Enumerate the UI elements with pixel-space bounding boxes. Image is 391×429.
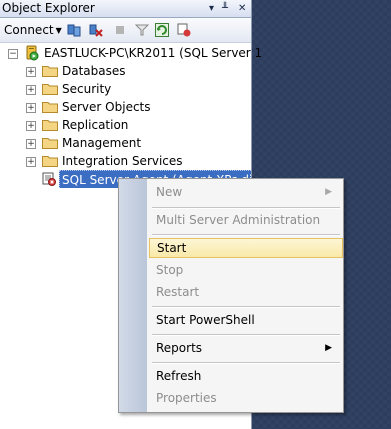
menu-item-reports[interactable]: Reports ▶ [148, 338, 342, 358]
refresh-icon[interactable] [155, 23, 169, 37]
tree-label: Replication [62, 118, 129, 132]
expand-icon[interactable]: + [26, 67, 36, 77]
submenu-arrow-icon: ▶ [325, 343, 332, 353]
menu-item-stop[interactable]: Stop [148, 260, 342, 280]
tree-node-databases[interactable]: + Databases [0, 62, 251, 80]
agent-icon [42, 172, 56, 186]
expand-icon[interactable]: + [26, 121, 36, 131]
tree-label: Databases [62, 64, 126, 78]
expand-icon[interactable]: + [26, 85, 36, 95]
folder-icon [42, 138, 58, 149]
pin-icon[interactable]: ╨ [222, 0, 228, 17]
tree-node-server-objects[interactable]: + Server Objects [0, 98, 251, 116]
menu-separator [152, 234, 340, 236]
toolbar: Connect ▼ [0, 18, 251, 43]
stop-icon[interactable] [113, 23, 127, 37]
menu-item-label: Refresh [156, 369, 202, 383]
panel-titlebar: Object Explorer ▾ ╨ ✕ [0, 0, 251, 18]
menu-icon-strip [119, 179, 147, 412]
tree-node-integration-services[interactable]: + Integration Services [0, 152, 251, 170]
folder-icon [42, 84, 58, 95]
menu-item-new[interactable]: New ▶ [148, 182, 342, 202]
tree-node-management[interactable]: + Management [0, 134, 251, 152]
tree-node-replication[interactable]: + Replication [0, 116, 251, 134]
menu-separator [152, 334, 340, 336]
window-position-icon[interactable]: ▾ [209, 0, 214, 17]
tree-label: Integration Services [62, 154, 183, 168]
folder-icon [42, 66, 58, 77]
menu-item-label: Multi Server Administration [156, 213, 321, 227]
expand-icon[interactable]: + [26, 103, 36, 113]
folder-icon [42, 102, 58, 113]
server-label: EASTLUCK-PC\KR2011 (SQL Server 1 [44, 46, 263, 60]
schema-icon[interactable] [177, 23, 191, 37]
menu-item-multi-server-administration[interactable]: Multi Server Administration [148, 210, 342, 230]
menu-item-start[interactable]: Start [149, 238, 343, 258]
menu-separator [152, 362, 340, 364]
menu-item-label: Restart [156, 285, 200, 299]
menu-separator [152, 306, 340, 308]
menu-item-label: Properties [156, 391, 217, 405]
folder-icon [42, 120, 58, 131]
server-icon [26, 45, 39, 61]
folder-icon [42, 156, 58, 167]
connect-button[interactable]: Connect ▼ [4, 22, 62, 39]
submenu-arrow-icon: ▶ [325, 187, 332, 197]
collapse-icon[interactable]: − [8, 49, 18, 59]
menu-item-restart[interactable]: Restart [148, 282, 342, 302]
connect-db-icon[interactable] [67, 23, 81, 37]
menu-item-label: Reports [156, 341, 203, 355]
panel-title: Object Explorer [2, 1, 95, 15]
tree-node-security[interactable]: + Security [0, 80, 251, 98]
menu-item-start-powershell[interactable]: Start PowerShell [148, 310, 342, 330]
tree-node-server[interactable]: − EASTLUCK-PC\KR2011 (SQL Server 1 [0, 44, 262, 62]
tree-label: Management [62, 136, 142, 150]
menu-item-label: New [156, 185, 183, 199]
tree-label: Security [62, 82, 112, 96]
menu-item-label: Start PowerShell [156, 313, 255, 327]
menu-item-label: Start [157, 241, 187, 255]
close-icon[interactable]: ✕ [238, 0, 246, 17]
filter-icon[interactable] [135, 23, 149, 37]
connect-label: Connect [4, 23, 54, 37]
disconnect-icon[interactable] [89, 23, 103, 37]
menu-separator [152, 207, 340, 209]
menu-item-properties[interactable]: Properties [148, 388, 342, 408]
chevron-down-icon: ▼ [55, 25, 62, 35]
expand-icon[interactable]: + [26, 157, 36, 167]
context-menu: New ▶ Multi Server Administration Start … [118, 178, 344, 413]
menu-item-label: Stop [156, 263, 184, 277]
expand-icon[interactable]: + [26, 139, 36, 149]
tree-label: Server Objects [62, 100, 151, 114]
menu-item-refresh[interactable]: Refresh [148, 366, 342, 386]
